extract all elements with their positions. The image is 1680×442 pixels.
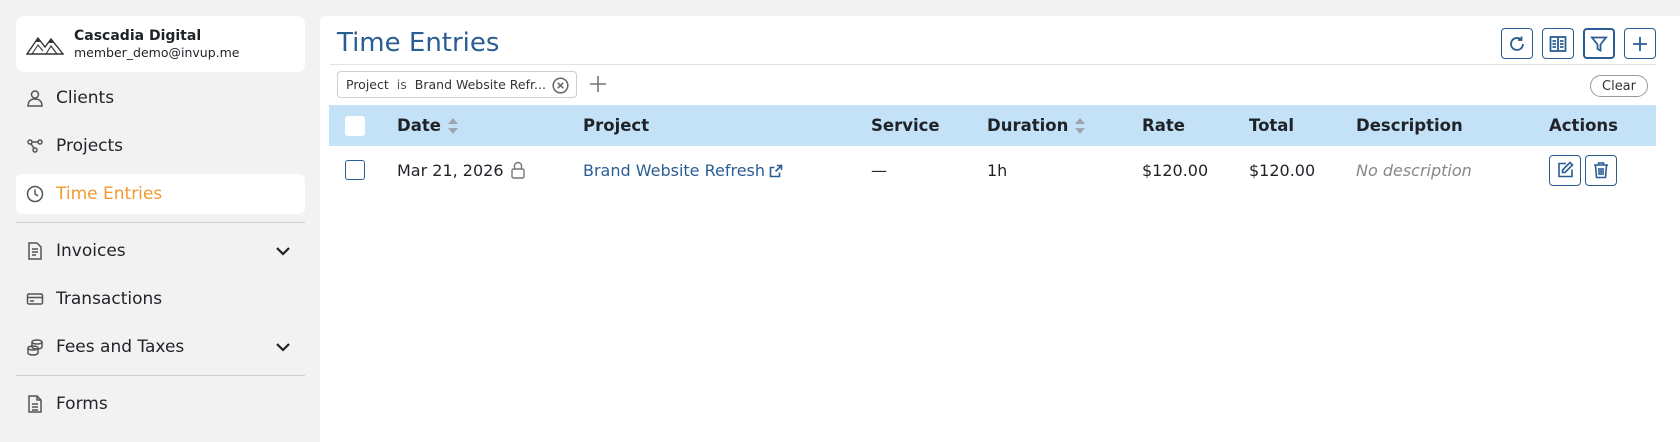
sidebar-item-label: Invoices [56,241,126,261]
table-row: Mar 21, 2026 Brand Website Refresh — 1h … [329,146,1656,194]
sidebar-item-label: Projects [56,136,124,156]
date-text: Mar 21, 2026 [397,160,504,180]
sidebar-divider [16,222,305,223]
edit-icon [1558,161,1574,178]
coins-icon [26,338,44,356]
sidebar-item-label: Time Entries [56,184,163,204]
plus-icon [1633,36,1647,51]
sidebar-item-label: Transactions [56,289,163,309]
lock-icon [510,161,526,179]
delete-button[interactable] [1585,154,1617,186]
filter-icon [1590,36,1608,52]
invoice-icon [26,242,44,260]
org-email: member_demo@invup.me [74,45,240,60]
mountain-logo-icon [26,36,64,55]
clock-icon [26,185,44,203]
sort-icon[interactable] [1074,117,1086,135]
card-icon [26,290,44,308]
entry-actions [1549,154,1621,186]
columns-icon [1549,35,1567,52]
sidebar-item-forms[interactable]: Forms [16,384,305,424]
filter-value: Brand Website Refr... [414,77,546,92]
chevron-down-icon[interactable] [275,243,291,259]
org-card[interactable]: Cascadia Digital member_demo@invup.me [16,16,305,72]
close-circle-icon[interactable] [552,77,569,94]
row-checkbox[interactable] [345,160,365,180]
filter-chip[interactable]: Project is Brand Website Refr... [337,71,577,98]
entry-rate: $120.00 [1142,160,1209,180]
title-divider [330,64,1656,65]
column-header-project: Project [583,116,650,135]
select-all-checkbox[interactable] [345,115,365,136]
trash-icon [1594,162,1608,179]
entry-duration: 1h [987,160,1008,180]
filter-button[interactable] [1583,28,1615,59]
entry-total: $120.00 [1249,160,1316,180]
refresh-icon [1510,36,1524,51]
edit-button[interactable] [1549,154,1581,186]
sidebar-item-invoices[interactable]: Invoices [16,231,305,271]
column-header-actions: Actions [1549,116,1618,135]
sidebar-item-clients[interactable]: Clients [16,78,305,118]
main-panel: Time Entries Project is Brand Website Re… [320,16,1680,442]
sidebar: Cascadia Digital member_demo@invup.me Cl… [16,16,305,424]
org-name: Cascadia Digital [74,28,202,44]
column-header-rate: Rate [1142,116,1185,135]
table-header: Date Project Service Duration Rate Total… [329,105,1656,146]
sidebar-item-time-entries[interactable]: Time Entries [16,174,305,214]
external-link-icon[interactable] [769,163,783,178]
refresh-button[interactable] [1501,28,1533,59]
entry-project-link[interactable]: Brand Website Refresh [583,161,783,180]
form-icon [26,395,44,413]
filter-field: Project [346,77,389,92]
filter-row: Project is Brand Website Refr... Clear [337,71,1656,99]
column-label: Date [397,116,441,135]
sidebar-divider [16,375,305,376]
project-name[interactable]: Brand Website Refresh [583,161,765,180]
sort-icon[interactable] [447,117,459,135]
sidebar-item-label: Forms [56,394,108,414]
chevron-down-icon[interactable] [275,339,291,355]
column-header-description: Description [1356,116,1463,135]
column-label: Duration [987,116,1069,135]
add-entry-button[interactable] [1624,28,1656,59]
entry-description: No description [1356,160,1472,180]
page-title: Time Entries [337,28,500,58]
sidebar-item-transactions[interactable]: Transactions [16,279,305,319]
toolbar [1501,28,1656,59]
columns-button[interactable] [1542,28,1574,59]
add-filter-button[interactable] [587,73,609,95]
sidebar-item-projects[interactable]: Projects [16,126,305,166]
user-icon [26,89,44,107]
clear-filters-button[interactable]: Clear [1590,75,1648,97]
column-header-total: Total [1249,116,1295,135]
sidebar-item-label: Clients [56,88,115,108]
projects-icon [26,137,44,155]
column-header-service: Service [871,116,940,135]
entry-date: Mar 21, 2026 [397,161,526,180]
time-entries-table: Date Project Service Duration Rate Total… [329,105,1656,194]
column-header-date[interactable]: Date [397,116,459,135]
plus-icon [590,76,606,92]
sidebar-item-fees-and-taxes[interactable]: Fees and Taxes [16,327,305,367]
column-header-duration[interactable]: Duration [987,116,1086,135]
sidebar-item-label: Fees and Taxes [56,337,185,357]
entry-service: — [871,160,887,180]
filter-operator: is [396,77,407,92]
